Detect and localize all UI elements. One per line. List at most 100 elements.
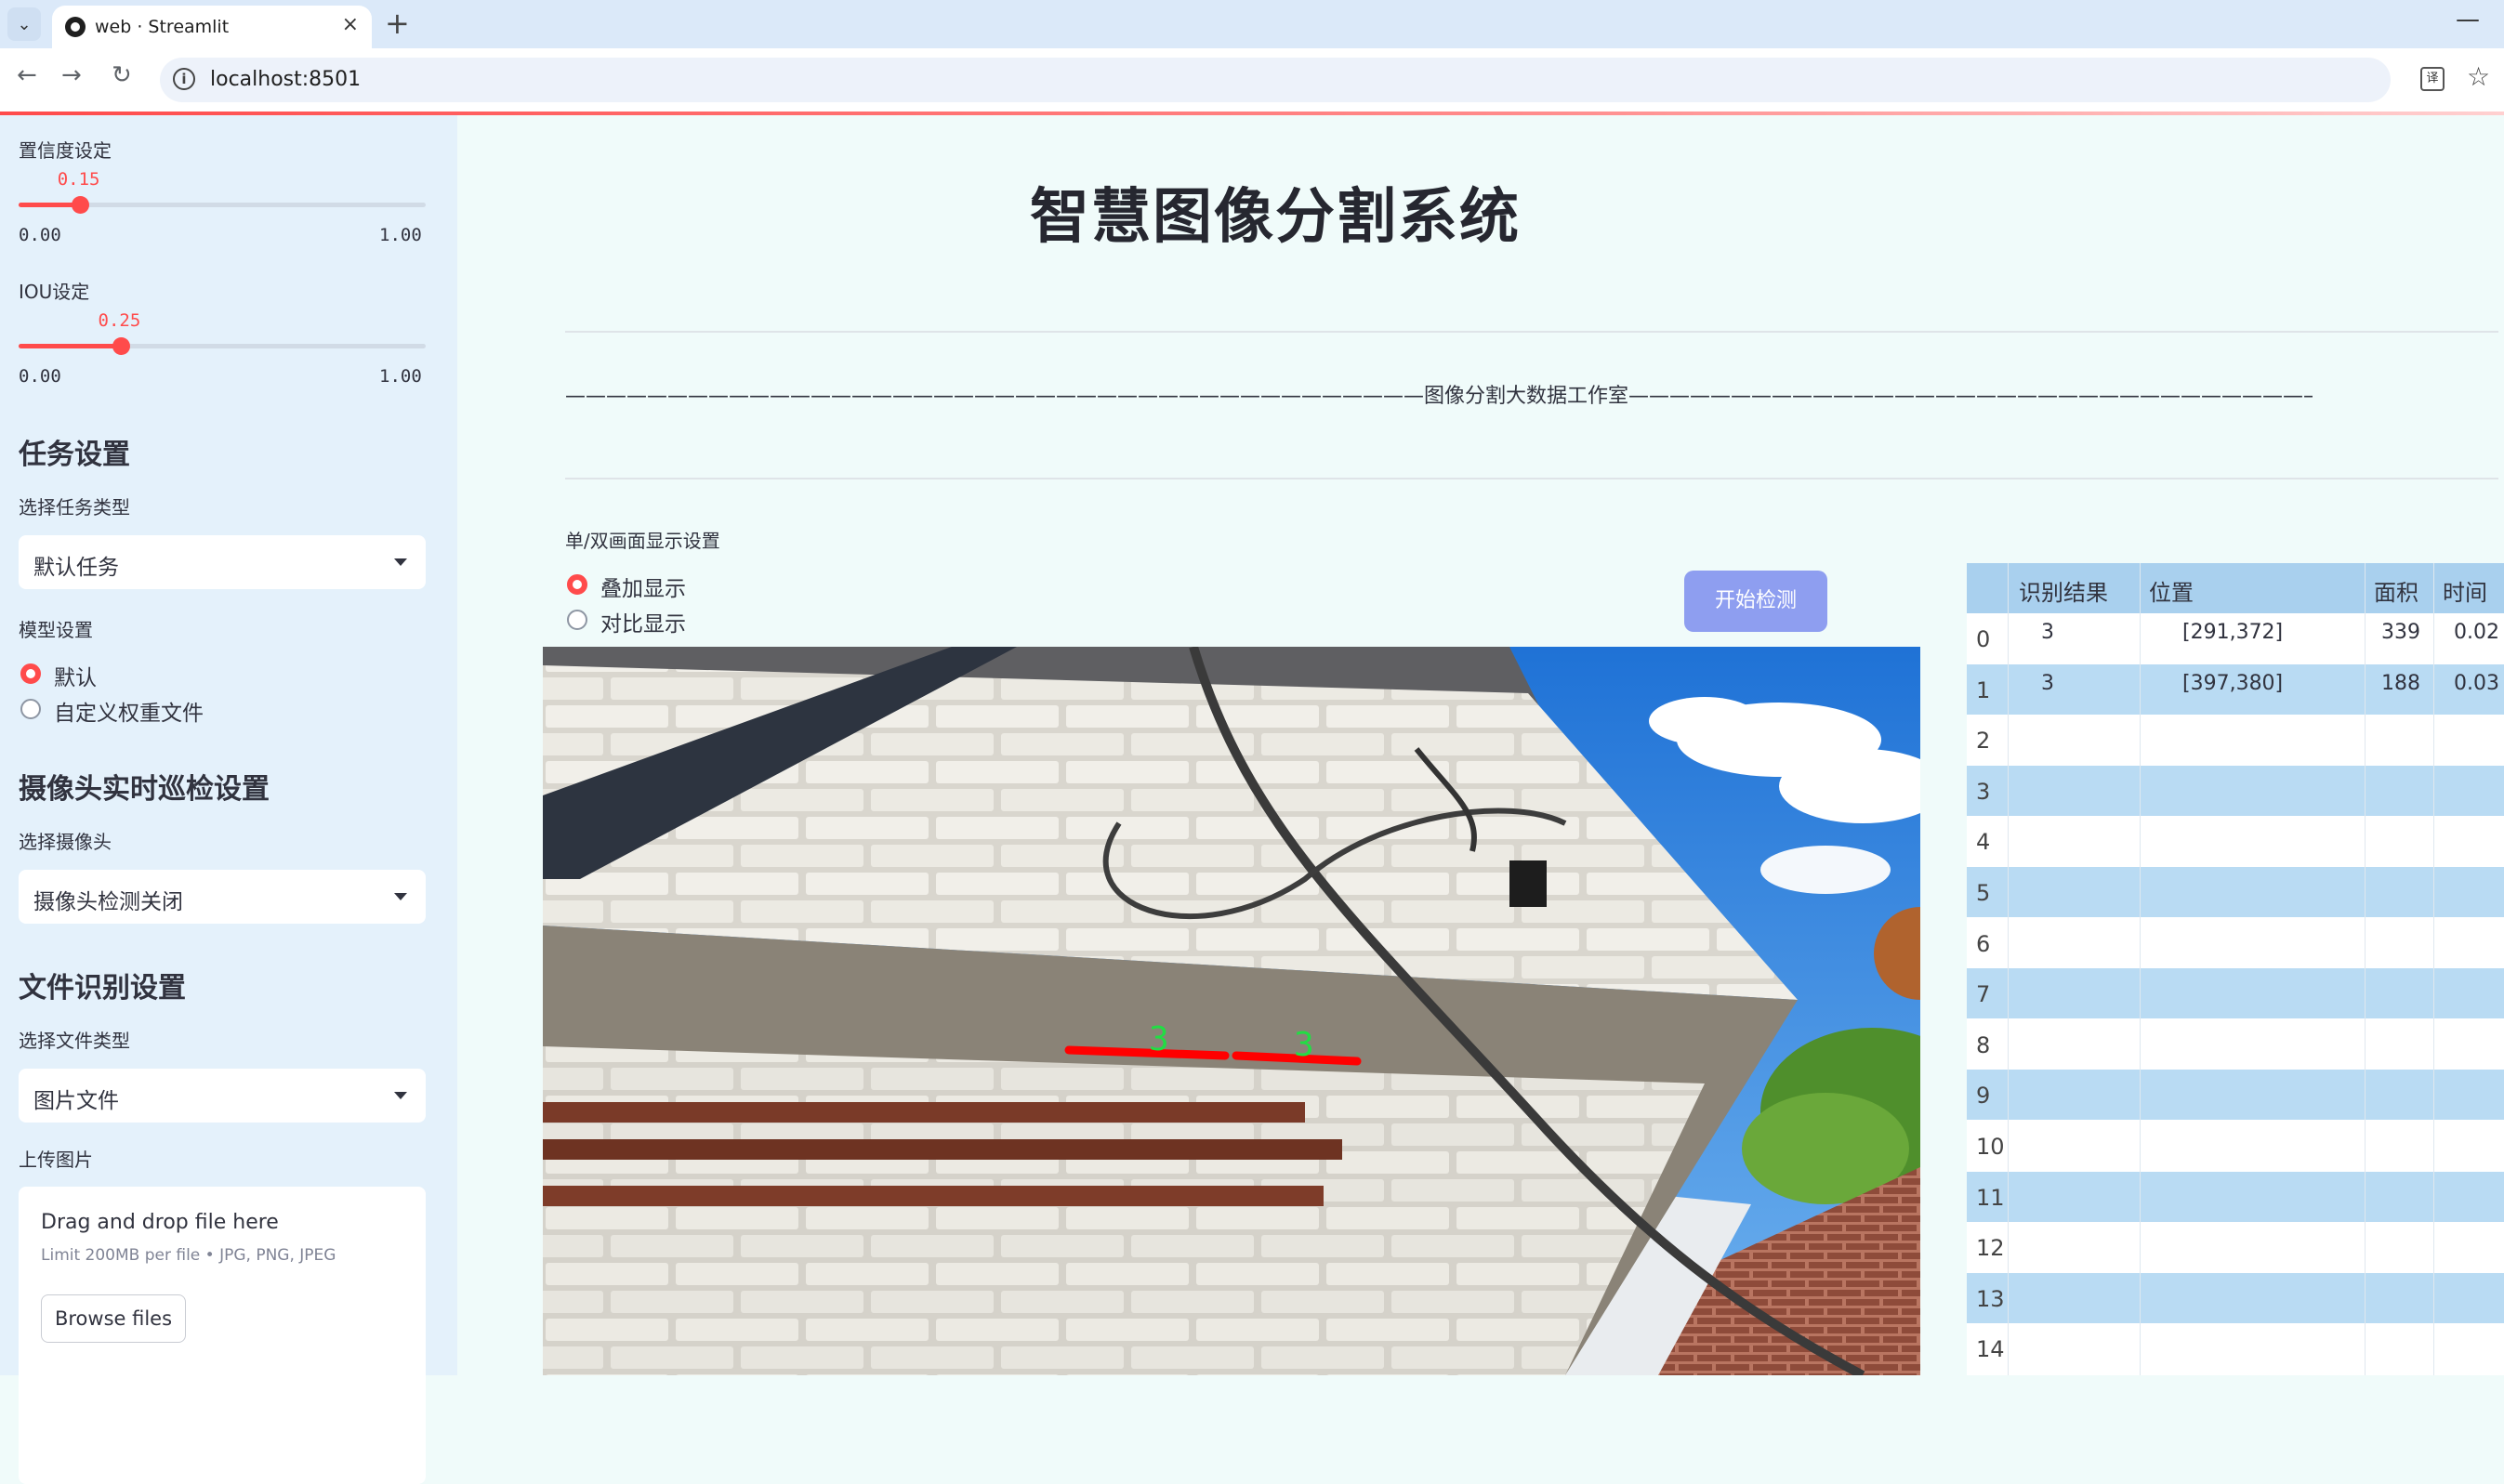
divider-bottom	[565, 478, 2498, 479]
minimize-window-icon[interactable]: —	[2456, 6, 2480, 33]
table-row[interactable]: 12	[1967, 1222, 2504, 1273]
table-row[interactable]: 6	[1967, 917, 2504, 968]
model-default-radio[interactable]	[20, 663, 41, 684]
segmentation-mask	[1064, 1045, 1230, 1060]
table-row[interactable]: 4	[1967, 816, 2504, 867]
row-index: 13	[1976, 1285, 2005, 1312]
file-type-select[interactable]: 图片文件	[19, 1069, 426, 1123]
column-divider	[2365, 563, 2366, 1375]
cell-time: 0.03	[2454, 671, 2499, 695]
column-header-result[interactable]: 识别结果	[2019, 574, 2108, 607]
result-image: 33	[543, 647, 1920, 1375]
table-row[interactable]: 2	[1967, 715, 2504, 766]
table-row[interactable]: 0 3 [291,372] 339 0.02	[1967, 613, 2504, 663]
file-settings-heading: 文件识别设置	[19, 972, 186, 1005]
task-type-select[interactable]: 默认任务	[19, 535, 426, 589]
camera-settings-heading: 摄像头实时巡检设置	[19, 773, 270, 806]
cell-result: 3	[2041, 621, 2054, 644]
column-divider	[2008, 563, 2009, 1375]
table-row[interactable]: 13	[1967, 1272, 2504, 1323]
table-header: 识别结果 位置 面积 时间	[1967, 563, 2504, 613]
table-row[interactable]: 7	[1967, 968, 2504, 1019]
row-index: 0	[1976, 626, 1991, 652]
table-row[interactable]: 9	[1967, 1070, 2504, 1121]
url-field[interactable]: i localhost:8501	[160, 58, 2391, 102]
streamlit-favicon-icon	[65, 17, 86, 37]
main-content: 智慧图像分割系统 ———————————————————————————————…	[457, 115, 2504, 1375]
bookmark-star-icon[interactable]: ☆	[2467, 61, 2490, 92]
compare-display-radio[interactable]	[567, 610, 587, 630]
iou-slider-thumb[interactable]	[112, 337, 130, 355]
row-index: 8	[1976, 1031, 1991, 1058]
table-row[interactable]: 3	[1967, 765, 2504, 816]
segmentation-mask-layer: 33	[1064, 1020, 1362, 1066]
compare-display-label[interactable]: 对比显示	[600, 606, 686, 637]
cell-area: 188	[2381, 671, 2420, 695]
iou-value: 0.25	[98, 310, 141, 331]
url-text[interactable]: localhost:8501	[210, 68, 361, 91]
model-settings-label: 模型设置	[19, 619, 93, 641]
tab-search-icon[interactable]: ⌄	[7, 7, 41, 41]
task-settings-heading: 任务设置	[19, 439, 130, 471]
iou-slider-fill	[19, 344, 121, 348]
camera-select[interactable]: 摄像头检测关闭	[19, 870, 426, 924]
browser-tab[interactable]: web · Streamlit ×	[52, 6, 372, 48]
row-index: 5	[1976, 880, 1991, 906]
iou-min: 0.00	[19, 366, 61, 387]
address-bar: ← → ↻ i localhost:8501 译 ☆	[0, 48, 2504, 112]
start-detection-button[interactable]: 开始检测	[1684, 571, 1827, 632]
back-icon[interactable]: ←	[17, 61, 37, 89]
file-type-label: 选择文件类型	[19, 1030, 130, 1052]
dropzone-subtitle: Limit 200MB per file • JPG, PNG, JPEG	[41, 1246, 336, 1265]
column-header-area[interactable]: 面积	[2374, 574, 2418, 607]
table-row[interactable]: 5	[1967, 867, 2504, 917]
browse-files-button[interactable]: Browse files	[41, 1294, 186, 1343]
browser-tab-bar: ⌄ web · Streamlit × + —	[0, 0, 2504, 48]
iou-max: 1.00	[379, 366, 422, 387]
table-row[interactable]: 8	[1967, 1018, 2504, 1070]
dropzone-title: Drag and drop file here	[41, 1211, 279, 1234]
overlay-display-label[interactable]: 叠加显示	[600, 571, 686, 602]
column-header-time[interactable]: 时间	[2443, 574, 2487, 607]
row-index: 12	[1976, 1235, 2005, 1262]
divider-top	[565, 331, 2498, 333]
file-dropzone[interactable]: Drag and drop file here Limit 200MB per …	[19, 1187, 426, 1484]
table-row[interactable]: 11	[1967, 1171, 2504, 1222]
cell-result: 3	[2041, 671, 2054, 695]
page-title: 智慧图像分割系统	[1030, 183, 1521, 252]
iou-label: IOU设定	[19, 281, 90, 303]
column-divider	[2433, 563, 2434, 1375]
file-type-value: 图片文件	[33, 1089, 119, 1113]
cell-time: 0.02	[2454, 621, 2499, 644]
row-index: 2	[1976, 728, 1991, 755]
studio-divider-text: ————————————————————————————————————————…	[565, 385, 2313, 408]
translate-icon[interactable]: 译	[2420, 67, 2445, 91]
model-custom-radio[interactable]	[20, 699, 41, 719]
row-index: 3	[1976, 778, 1991, 805]
row-index: 11	[1976, 1184, 2005, 1211]
display-mode-label: 单/双画面显示设置	[565, 530, 720, 552]
new-tab-icon[interactable]: +	[385, 6, 410, 41]
column-header-position[interactable]: 位置	[2149, 574, 2194, 607]
camera-select-label: 选择摄像头	[19, 831, 112, 853]
detection-label: 3	[1294, 1026, 1314, 1064]
model-custom-label[interactable]: 自定义权重文件	[54, 695, 204, 727]
table-row[interactable]: 14	[1967, 1323, 2504, 1374]
model-default-label[interactable]: 默认	[54, 660, 97, 691]
chevron-down-icon	[394, 558, 407, 566]
iou-slider[interactable]	[19, 337, 426, 355]
tab-title: web · Streamlit	[95, 17, 230, 37]
table-row[interactable]: 10	[1967, 1121, 2504, 1171]
detection-label: 3	[1149, 1020, 1169, 1058]
forward-icon[interactable]: →	[61, 61, 82, 89]
site-info-icon[interactable]: i	[173, 68, 195, 90]
cell-position: [397,380]	[2182, 671, 2284, 695]
results-table: 识别结果 位置 面积 时间 0 3 [291,372] 339 0.02 1 3 [397,3…	[1967, 563, 2504, 1375]
task-type-value: 默认任务	[33, 556, 119, 580]
camera-select-value: 摄像头检测关闭	[33, 890, 183, 914]
reload-icon[interactable]: ↻	[112, 61, 132, 89]
table-row[interactable]: 1 3 [397,380] 188 0.03	[1967, 663, 2504, 715]
overlay-display-radio[interactable]	[567, 574, 587, 595]
close-tab-icon[interactable]: ×	[342, 13, 359, 36]
chevron-down-icon	[394, 1092, 407, 1099]
